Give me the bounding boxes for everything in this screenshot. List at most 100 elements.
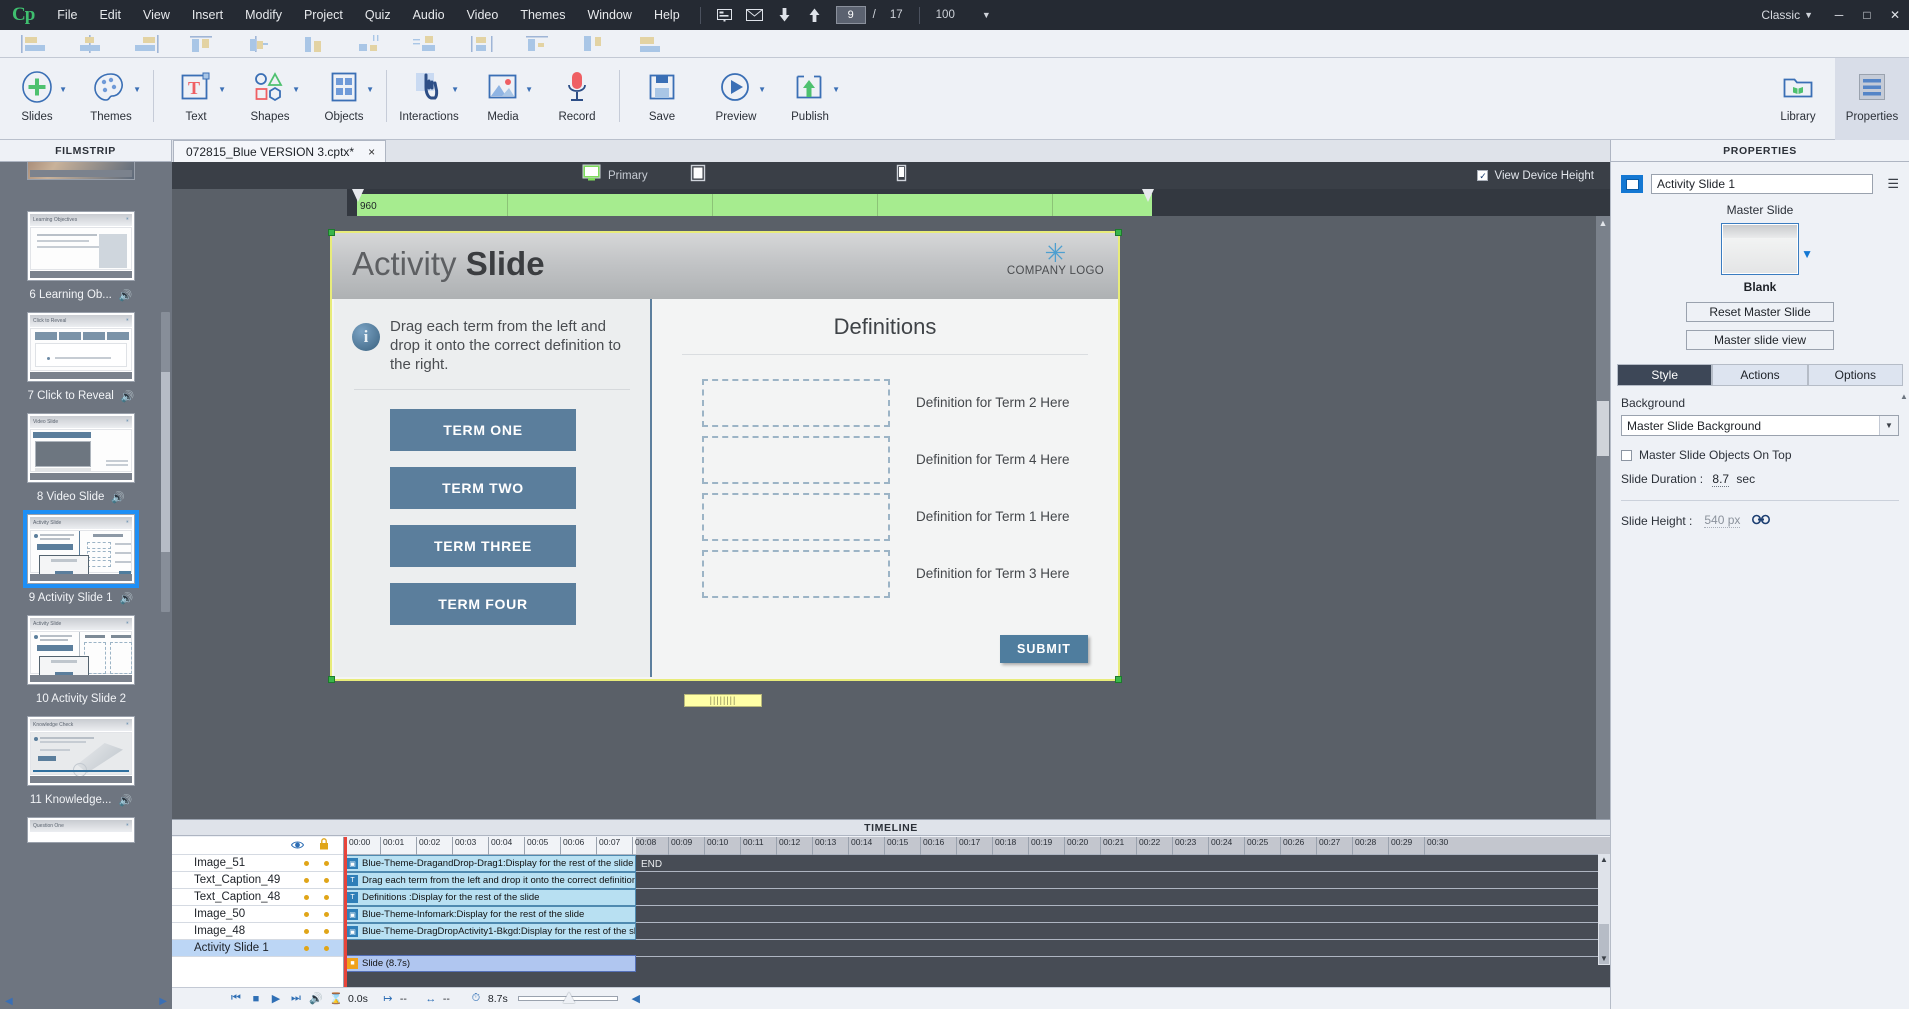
slide-resize-grip[interactable]: ||||||||	[684, 694, 762, 707]
device-phone[interactable]	[716, 162, 917, 189]
menu-project[interactable]: Project	[293, 0, 354, 30]
row-toggles[interactable]	[304, 945, 329, 951]
visibility-dot[interactable]	[304, 945, 309, 951]
instruction-text[interactable]: Drag each term from the left and drop it…	[390, 317, 636, 375]
slide-thumbnail[interactable]: Learning Objectives ✳	[27, 211, 135, 281]
tab-actions[interactable]: Actions	[1712, 364, 1808, 385]
timeline-track-area[interactable]: 00:00 00:01 00:02 00:03 00:04 00:05 00:0…	[344, 837, 1610, 987]
drop-target-1[interactable]	[702, 379, 890, 427]
device-tablet[interactable]	[658, 162, 716, 189]
list-item[interactable]: Activity Slide ✳ 10 Activity Slide 2	[0, 607, 162, 708]
link-chain-icon[interactable]	[1752, 514, 1771, 528]
timeline-bar[interactable]: ▣ Blue-Theme-Infomark:Display for the re…	[344, 906, 636, 923]
align-center-icon[interactable]	[62, 31, 118, 57]
scroll-up-arrow-icon[interactable]: ▲	[1900, 392, 1908, 401]
table-row[interactable]: Image_48	[172, 923, 343, 940]
timeline-ruler[interactable]: 00:00 00:01 00:02 00:03 00:04 00:05 00:0…	[344, 837, 1610, 855]
ribbon-slides-button[interactable]: ▼ Slides	[0, 58, 74, 140]
row-toggles[interactable]	[304, 911, 329, 917]
chevron-down-icon[interactable]: ▼	[525, 85, 533, 94]
list-item[interactable]: Video Slide ✳ 8 Video Slide 🔊	[0, 405, 162, 506]
ribbon-publish-button[interactable]: ▼ Publish	[773, 58, 847, 140]
stop-icon[interactable]: ■	[248, 993, 264, 1005]
width-handle-right[interactable]	[1142, 189, 1155, 202]
tab-document[interactable]: 072815_Blue VERSION 3.cptx* ×	[173, 140, 387, 162]
tab-filmstrip[interactable]: FILMSTRIP	[0, 140, 172, 162]
definition-text-1[interactable]: Definition for Term 2 Here	[916, 395, 1070, 410]
timeline-vertical-scrollbar[interactable]: ▲ ▼	[1598, 854, 1610, 965]
definition-text-2[interactable]: Definition for Term 4 Here	[916, 452, 1070, 467]
chevron-down-icon[interactable]: ▼	[59, 85, 67, 94]
timeline-bar[interactable]: ▣ Blue-Theme-DragDropActivity1-Bkgd:Disp…	[344, 923, 636, 940]
timeline-bar-slide[interactable]: ■ Slide (8.7s)	[344, 955, 636, 972]
visibility-dot[interactable]	[304, 894, 309, 900]
presentation-icon[interactable]	[713, 4, 737, 26]
scroll-up-arrow-icon[interactable]: ▲	[1598, 854, 1610, 866]
ribbon-record-button[interactable]: Record	[540, 58, 614, 140]
align-top-icon[interactable]	[174, 31, 230, 57]
menu-window[interactable]: Window	[576, 0, 642, 30]
table-row[interactable]: Image_51	[172, 855, 343, 872]
menu-quiz[interactable]: Quiz	[354, 0, 402, 30]
master-slide-thumbnail[interactable]	[1721, 223, 1799, 275]
ribbon-themes-button[interactable]: ▼ Themes	[74, 58, 148, 140]
drop-target-3[interactable]	[702, 493, 890, 541]
scrollbar-thumb[interactable]	[161, 372, 170, 552]
chevron-down-icon[interactable]: ▼	[292, 85, 300, 94]
list-item[interactable]: Question One ✳	[0, 809, 162, 843]
workspace-label[interactable]: Classic	[1761, 8, 1804, 22]
slide-duration-value[interactable]: 8.7	[1712, 472, 1730, 487]
menu-video[interactable]: Video	[456, 0, 510, 30]
ribbon-interactions-button[interactable]: ▼ Interactions	[392, 58, 466, 140]
group-icon[interactable]	[622, 31, 678, 57]
view-device-height-control[interactable]: ✓ View Device Height	[1477, 170, 1610, 182]
scrollbar-thumb[interactable]	[1597, 401, 1609, 456]
reset-master-slide-button[interactable]: Reset Master Slide	[1686, 302, 1834, 322]
slider-knob[interactable]	[562, 992, 575, 1003]
submit-button[interactable]: SUBMIT	[1000, 635, 1088, 663]
close-button[interactable]: ✕	[1881, 0, 1909, 30]
master-slide-view-button[interactable]: Master slide view	[1686, 330, 1834, 350]
term-three-button[interactable]: TERM THREE	[390, 525, 576, 567]
align-bottom-icon[interactable]	[286, 31, 342, 57]
distribute-vertical-icon[interactable]	[398, 31, 454, 57]
list-item[interactable]: Learning Objectives ✳ 6 Learning Ob... 🔊	[0, 203, 162, 304]
ribbon-library-button[interactable]: Library	[1761, 58, 1835, 140]
filmstrip-scrollbar[interactable]	[161, 312, 170, 612]
download-arrow-icon[interactable]	[773, 4, 797, 26]
menu-themes[interactable]: Themes	[509, 0, 576, 30]
timeline-bar[interactable]: T Drag each term from the left and drop …	[344, 872, 636, 889]
list-item-selected[interactable]: Activity Slide ✳ 9 Activity Slide 1 🔊	[0, 506, 162, 607]
tab-options[interactable]: Options	[1807, 364, 1903, 385]
selection-handle-tl[interactable]	[328, 229, 335, 236]
minimize-button[interactable]: ─	[1825, 0, 1853, 30]
menu-insert[interactable]: Insert	[181, 0, 234, 30]
slide-stage[interactable]: Activity Slide ✳ COMPANY LOGO i Drag eac…	[328, 229, 1122, 683]
drop-target-2[interactable]	[702, 436, 890, 484]
table-row[interactable]: Text_Caption_48	[172, 889, 343, 906]
timeline-bar[interactable]: T Definitions :Display for the rest of t…	[344, 889, 636, 906]
mute-audio-icon[interactable]: 🔊	[308, 992, 324, 1005]
ribbon-text-button[interactable]: T ▼ Text	[159, 58, 233, 140]
close-icon[interactable]: ×	[368, 145, 375, 159]
table-row[interactable]: Image_50	[172, 906, 343, 923]
chevron-down-icon[interactable]: ▼	[451, 85, 459, 94]
scroll-up-arrow-icon[interactable]: ▲	[1596, 216, 1610, 230]
slide-thumbnail[interactable]: Knowledge Check ✳	[27, 716, 135, 786]
menu-modify[interactable]: Modify	[234, 0, 293, 30]
master-objects-on-top-checkbox[interactable]: Master Slide Objects On Top	[1611, 436, 1909, 462]
align-left-icon[interactable]	[6, 31, 62, 57]
lock-dot[interactable]	[324, 928, 329, 934]
chevron-down-icon[interactable]: ▼	[366, 85, 374, 94]
visibility-dot[interactable]	[304, 860, 309, 866]
lock-dot[interactable]	[324, 945, 329, 951]
timeline-bar[interactable]: ▣ Blue-Theme-DragandDrop-Drag1:Display f…	[344, 855, 636, 872]
ribbon-save-button[interactable]: Save	[625, 58, 699, 140]
row-toggles[interactable]	[304, 860, 329, 866]
upload-arrow-icon[interactable]	[803, 4, 827, 26]
timeline-playhead[interactable]	[344, 837, 347, 987]
selection-handle-br[interactable]	[1115, 676, 1122, 683]
next-arrow-icon[interactable]: ▶	[159, 996, 167, 1007]
menu-view[interactable]: View	[132, 0, 181, 30]
term-two-button[interactable]: TERM TWO	[390, 467, 576, 509]
